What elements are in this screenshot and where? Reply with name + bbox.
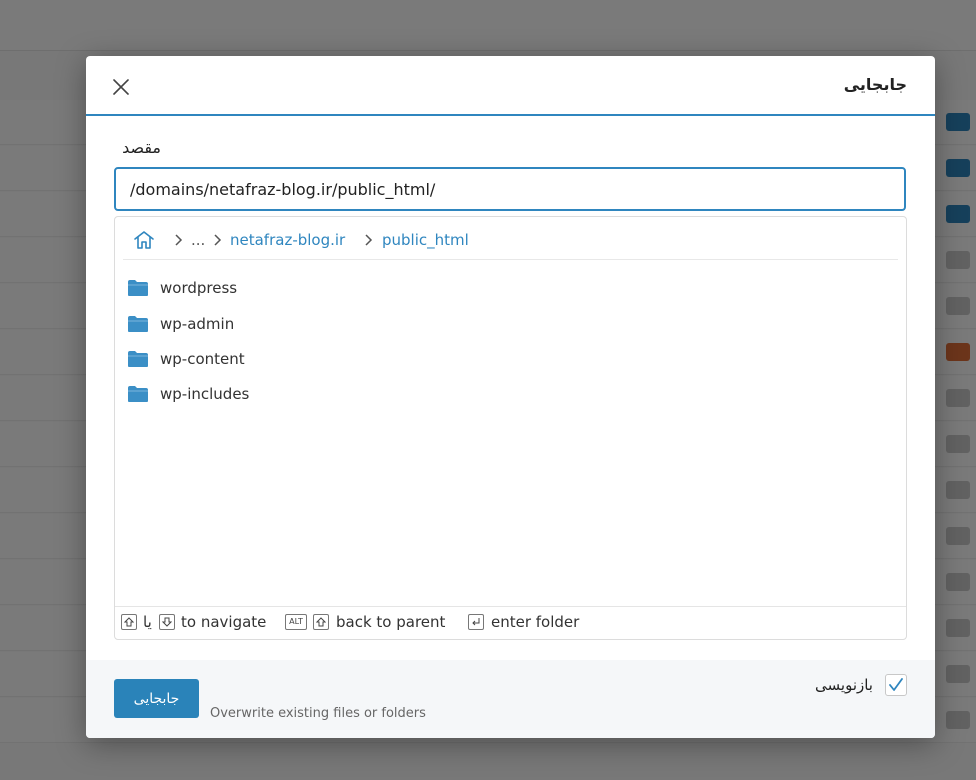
folder-name: wp-admin	[160, 315, 235, 333]
folder-name: wp-includes	[160, 385, 250, 403]
arrow-up-key-icon	[313, 614, 329, 630]
folder-item-wp-content[interactable]: wp-content	[125, 344, 885, 374]
keyboard-hints: یا to navigate ALT back to parent enter …	[115, 606, 906, 639]
folder-icon	[128, 280, 148, 296]
move-dialog: جابجایی مقصد ... netafraz-blog.ir public…	[86, 56, 935, 738]
folder-name: wp-content	[160, 350, 245, 368]
breadcrumb-home-button[interactable]	[133, 230, 155, 250]
move-button[interactable]: جابجایی	[114, 679, 199, 718]
hint-enter: enter folder	[491, 613, 580, 631]
hint-navigate: to navigate	[181, 613, 267, 631]
dialog-footer: جابجایی Overwrite existing files or fold…	[86, 660, 935, 738]
folder-item-wp-includes[interactable]: wp-includes	[125, 379, 885, 409]
arrow-up-key-icon	[121, 614, 137, 630]
chevron-right-icon	[175, 234, 183, 246]
folder-item-wordpress[interactable]: wordpress	[125, 273, 885, 303]
overwrite-checkbox[interactable]	[885, 674, 907, 696]
breadcrumb-ellipsis[interactable]: ...	[191, 231, 205, 249]
arrow-down-key-icon	[159, 614, 175, 630]
folder-icon	[128, 386, 148, 402]
chevron-right-icon	[214, 234, 222, 246]
home-icon	[134, 231, 154, 249]
overwrite-label: بازنویسی	[815, 676, 873, 694]
folder-item-wp-admin[interactable]: wp-admin	[125, 309, 885, 339]
destination-label: مقصد	[122, 138, 161, 157]
dialog-header: جابجایی	[86, 56, 935, 116]
check-icon	[889, 678, 903, 691]
alt-key: ALT	[285, 614, 307, 630]
breadcrumb: ... netafraz-blog.ir public_html	[123, 217, 898, 260]
breadcrumb-item-domain[interactable]: netafraz-blog.ir	[230, 231, 345, 249]
destination-input[interactable]	[114, 167, 906, 211]
folder-name: wordpress	[160, 279, 238, 297]
close-button[interactable]	[110, 76, 132, 98]
enter-key-icon	[468, 614, 484, 630]
close-icon	[113, 79, 129, 95]
folder-icon	[128, 351, 148, 367]
breadcrumb-item-public-html[interactable]: public_html	[382, 231, 469, 249]
chevron-right-icon	[365, 234, 373, 246]
folder-browser: ... netafraz-blog.ir public_html wordpre…	[114, 216, 907, 640]
hint-back: back to parent	[336, 613, 446, 631]
folder-icon	[128, 316, 148, 332]
overwrite-hint: Overwrite existing files or folders	[210, 706, 426, 721]
dialog-title: جابجایی	[843, 75, 907, 94]
hint-or: یا	[143, 613, 152, 631]
